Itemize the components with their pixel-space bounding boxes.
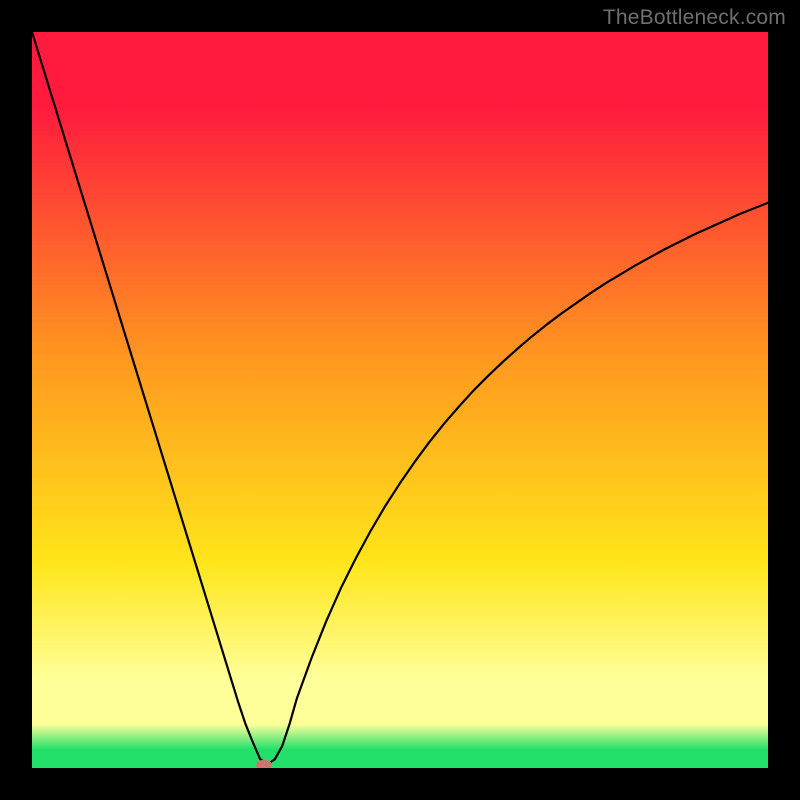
minimum-marker (256, 760, 272, 768)
bottleneck-curve (32, 32, 768, 768)
chart-frame: TheBottleneck.com (0, 0, 800, 800)
watermark-text: TheBottleneck.com (603, 6, 786, 30)
plot-area (32, 32, 768, 768)
